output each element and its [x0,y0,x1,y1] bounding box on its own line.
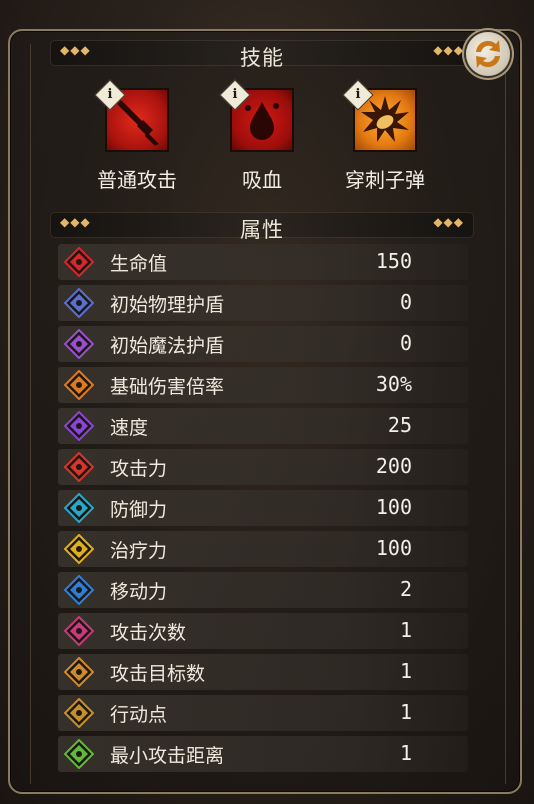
attribute-row[interactable]: 初始物理护盾 0 [58,285,468,321]
damage-multiplier-icon [64,370,94,400]
attribute-value: 1 [399,700,412,724]
skill-piercing-bullet[interactable]: i 穿刺子弹 [330,79,440,193]
attribute-label: 最小攻击距离 [110,745,225,767]
movement-icon [64,575,94,605]
attribute-row[interactable]: 最小攻击距离 1 [58,736,468,772]
healing-icon [64,534,94,564]
skill-normal-attack[interactable]: i 普通攻击 [82,79,192,193]
attribute-value: 200 [375,454,412,478]
attribute-label: 防御力 [110,499,168,521]
swap-icon [476,40,500,68]
attribute-label: 治疗力 [110,540,168,562]
min-range-icon [64,739,94,769]
attribute-row[interactable]: 防御力 100 [58,490,468,526]
skill-name: 穿刺子弹 [345,168,425,192]
speed-icon [64,411,94,441]
header-decor-right: ◆◆◆ [433,43,464,57]
physical-shield-icon [64,288,94,318]
attribute-value: 1 [399,741,412,765]
header-decor-right: ◆◆◆ [433,215,464,229]
skill-icon-box[interactable]: i [342,79,417,152]
attribute-value: 1 [399,618,412,642]
attribute-row[interactable]: 生命值 150 [58,244,468,280]
target-count-icon [64,657,94,687]
skill-name: 普通攻击 [97,168,177,192]
skill-lifesteal[interactable]: i 吸血 [207,79,317,193]
attribute-row[interactable]: 治疗力 100 [58,531,468,567]
skills-title: 技能 [240,46,284,70]
attribute-label: 攻击次数 [110,622,187,644]
attribute-value: 150 [375,249,412,273]
attribute-label: 生命值 [110,253,168,275]
attribute-value: 1 [399,659,412,683]
attribute-label: 速度 [110,417,149,439]
attribute-row[interactable]: 攻击次数 1 [58,613,468,649]
heart-icon [64,247,94,277]
attribute-row[interactable]: 行动点 1 [58,695,468,731]
skills-section-header: ◆◆◆ 技能 ◆◆◆ [50,40,474,70]
attack-icon [64,452,94,482]
defense-icon [64,493,94,523]
attributes-list: 生命值 150 初始物理护盾 0 初始魔法护盾 0 基础伤害倍率 30% 速度 25 攻击力 200 防… [58,244,468,777]
attribute-row[interactable]: 速度 25 [58,408,468,444]
attribute-label: 初始魔法护盾 [110,335,225,357]
attribute-value: 25 [387,413,412,437]
attributes-section-header: ◆◆◆ 属性 ◆◆◆ [50,212,474,242]
attribute-label: 攻击目标数 [110,663,206,685]
attack-count-icon [64,616,94,646]
attributes-title: 属性 [240,218,284,242]
swap-button[interactable] [466,32,510,76]
action-point-icon [64,698,94,728]
attribute-row[interactable]: 初始魔法护盾 0 [58,326,468,362]
magic-shield-icon [64,329,94,359]
skill-name: 吸血 [242,168,282,192]
attribute-label: 基础伤害倍率 [110,376,225,398]
attribute-row[interactable]: 基础伤害倍率 30% [58,367,468,403]
attribute-label: 攻击力 [110,458,168,480]
attribute-value: 30% [375,372,412,396]
attribute-value: 0 [399,331,412,355]
skill-icon-box[interactable]: i [94,79,169,152]
attribute-label: 移动力 [110,581,168,603]
attribute-value: 0 [399,290,412,314]
attribute-label: 初始物理护盾 [110,294,225,316]
skill-icon-box[interactable]: i [219,79,294,152]
attribute-value: 2 [399,577,412,601]
attribute-value: 100 [375,495,412,519]
attribute-row[interactable]: 攻击力 200 [58,449,468,485]
attribute-row[interactable]: 攻击目标数 1 [58,654,468,690]
attribute-value: 100 [375,536,412,560]
attribute-row[interactable]: 移动力 2 [58,572,468,608]
attribute-label: 行动点 [110,704,168,726]
